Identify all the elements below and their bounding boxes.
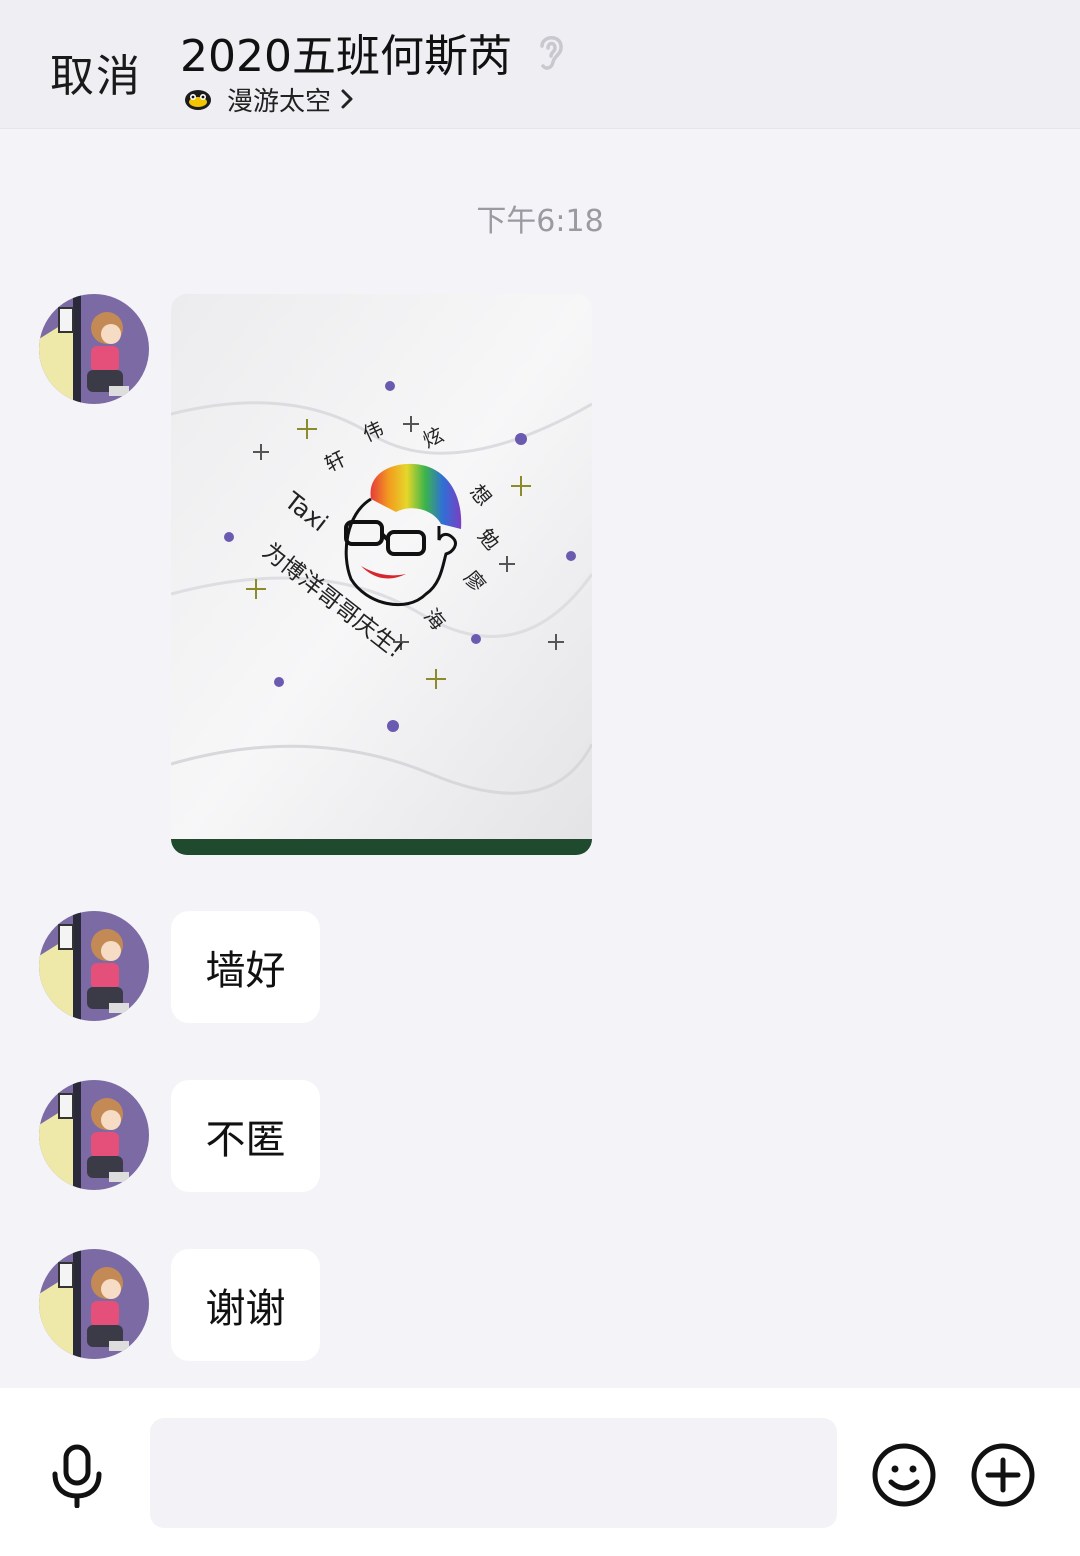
avatar-illustration xyxy=(39,1080,149,1190)
status-text: 漫游太空 xyxy=(227,86,332,117)
bot-icon xyxy=(185,90,211,110)
chat-header: 取消 2020五班何斯芮 漫游太空 xyxy=(0,0,1080,129)
mic-icon[interactable] xyxy=(48,1444,106,1508)
chevron-right-icon xyxy=(341,89,353,109)
title-row: 2020五班何斯芮 xyxy=(180,24,570,82)
image-message[interactable]: 伟 炫 轩 想 勉 廖 海 Taxi 为博洋哥哥庆生! xyxy=(171,294,592,855)
message-timestamp: 下午6:18 xyxy=(476,204,604,239)
message-bubble[interactable]: 谢谢 xyxy=(171,1249,320,1361)
sender-avatar[interactable] xyxy=(39,911,149,1021)
message-bubble[interactable]: 不匿 xyxy=(171,1080,320,1192)
emoji-icon[interactable] xyxy=(871,1442,937,1508)
subtitle-row[interactable]: 漫游太空 xyxy=(183,82,355,117)
shared-photo: 伟 炫 轩 想 勉 廖 海 Taxi 为博洋哥哥庆生! xyxy=(171,294,592,855)
sender-avatar[interactable] xyxy=(39,294,149,404)
ear-icon xyxy=(540,36,563,70)
message-input[interactable] xyxy=(150,1418,837,1528)
avatar-illustration xyxy=(39,294,149,404)
avatar-illustration xyxy=(39,1249,149,1359)
chat-title[interactable]: 2020五班何斯芮 xyxy=(180,20,512,84)
message-bubble[interactable]: 墙好 xyxy=(171,911,320,1023)
sender-avatar[interactable] xyxy=(39,1249,149,1359)
cancel-button[interactable]: 取消 xyxy=(50,40,142,104)
sender-avatar[interactable] xyxy=(39,1080,149,1190)
avatar-illustration xyxy=(39,911,149,1021)
plus-icon[interactable] xyxy=(970,1442,1036,1508)
